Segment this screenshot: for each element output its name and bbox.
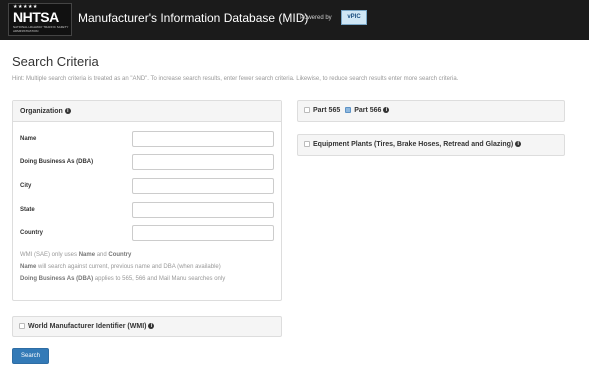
city-input[interactable] xyxy=(132,178,274,194)
dba-input[interactable] xyxy=(132,154,274,170)
search-hint: Hint: Multiple search criteria is treate… xyxy=(12,76,459,82)
vpic-logo[interactable]: vPIC xyxy=(341,10,367,25)
note-wmi: WMI (SAE) only uses Name and Country xyxy=(20,249,278,261)
note-bold: Country xyxy=(108,252,132,258)
note-bold: Doing Business As (DBA) xyxy=(20,276,94,282)
info-icon[interactable]: i xyxy=(64,108,71,115)
organization-notes: WMI (SAE) only uses Name and Country Nam… xyxy=(20,249,278,285)
note-dba: Doing Business As (DBA) applies to 565, … xyxy=(20,273,278,285)
state-label: State xyxy=(20,207,35,213)
search-button[interactable]: Search xyxy=(12,348,49,364)
note-bold: Name xyxy=(20,264,37,270)
name-input[interactable] xyxy=(132,131,274,147)
country-input[interactable] xyxy=(132,225,274,241)
app-title[interactable]: Manufacturer's Information Database (MID… xyxy=(78,11,308,25)
note-bold: Name xyxy=(78,252,96,258)
nhtsa-logo[interactable]: ★★★★★ NHTSA NATIONAL HIGHWAY TRAFFIC SAF… xyxy=(8,3,72,36)
info-icon[interactable]: i xyxy=(383,107,390,114)
city-label: City xyxy=(20,183,32,189)
part-565-label: Part 565 xyxy=(313,107,341,114)
part-566-checkbox[interactable] xyxy=(345,107,352,114)
organization-panel-heading: Organization i xyxy=(13,101,281,122)
info-icon[interactable]: i xyxy=(148,323,155,330)
equipment-plants-label: Equipment Plants (Tires, Brake Hoses, Re… xyxy=(313,141,514,148)
equipment-plants-heading: Equipment Plants (Tires, Brake Hoses, Re… xyxy=(298,135,564,155)
logo-subtext: NATIONAL HIGHWAY TRAFFIC SAFETY ADMINIST… xyxy=(13,25,69,33)
wmi-label: World Manufacturer Identifier (WMI) xyxy=(28,323,147,330)
note-text: and xyxy=(95,252,109,258)
logo-text: NHTSA xyxy=(13,9,59,25)
part-566-label: Part 566 xyxy=(354,107,382,114)
powered-by-text: Powered by xyxy=(300,15,332,21)
wmi-heading: World Manufacturer Identifier (WMI) i xyxy=(13,317,281,337)
part-565-566-heading: Part 565 Part 566 i xyxy=(298,101,564,121)
organization-panel: Organization i Name Doing Business As (DB… xyxy=(12,100,282,301)
page-title: Search Criteria xyxy=(12,54,99,69)
note-text: WMI (SAE) only uses xyxy=(20,252,79,258)
note-text: applies to 565, 566 and Mail Manu search… xyxy=(93,276,226,282)
part-565-566-panel[interactable]: Part 565 Part 566 i xyxy=(297,100,565,122)
equipment-plants-panel[interactable]: Equipment Plants (Tires, Brake Hoses, Re… xyxy=(297,134,565,156)
name-label: Name xyxy=(20,136,37,142)
note-name: Name will search against current, previo… xyxy=(20,261,278,273)
info-icon[interactable]: i xyxy=(515,141,522,148)
dba-label: Doing Business As (DBA) xyxy=(20,159,94,165)
wmi-panel[interactable]: World Manufacturer Identifier (WMI) i xyxy=(12,316,282,337)
equipment-plants-checkbox[interactable] xyxy=(304,141,310,148)
state-input[interactable] xyxy=(132,202,274,218)
note-text: will search against current, previous na… xyxy=(36,264,221,270)
part-565-checkbox[interactable] xyxy=(304,107,310,114)
organization-heading-label: Organization xyxy=(20,108,63,115)
wmi-checkbox[interactable] xyxy=(19,323,25,330)
top-navbar: ★★★★★ NHTSA NATIONAL HIGHWAY TRAFFIC SAF… xyxy=(0,0,589,40)
country-label: Country xyxy=(20,230,43,236)
